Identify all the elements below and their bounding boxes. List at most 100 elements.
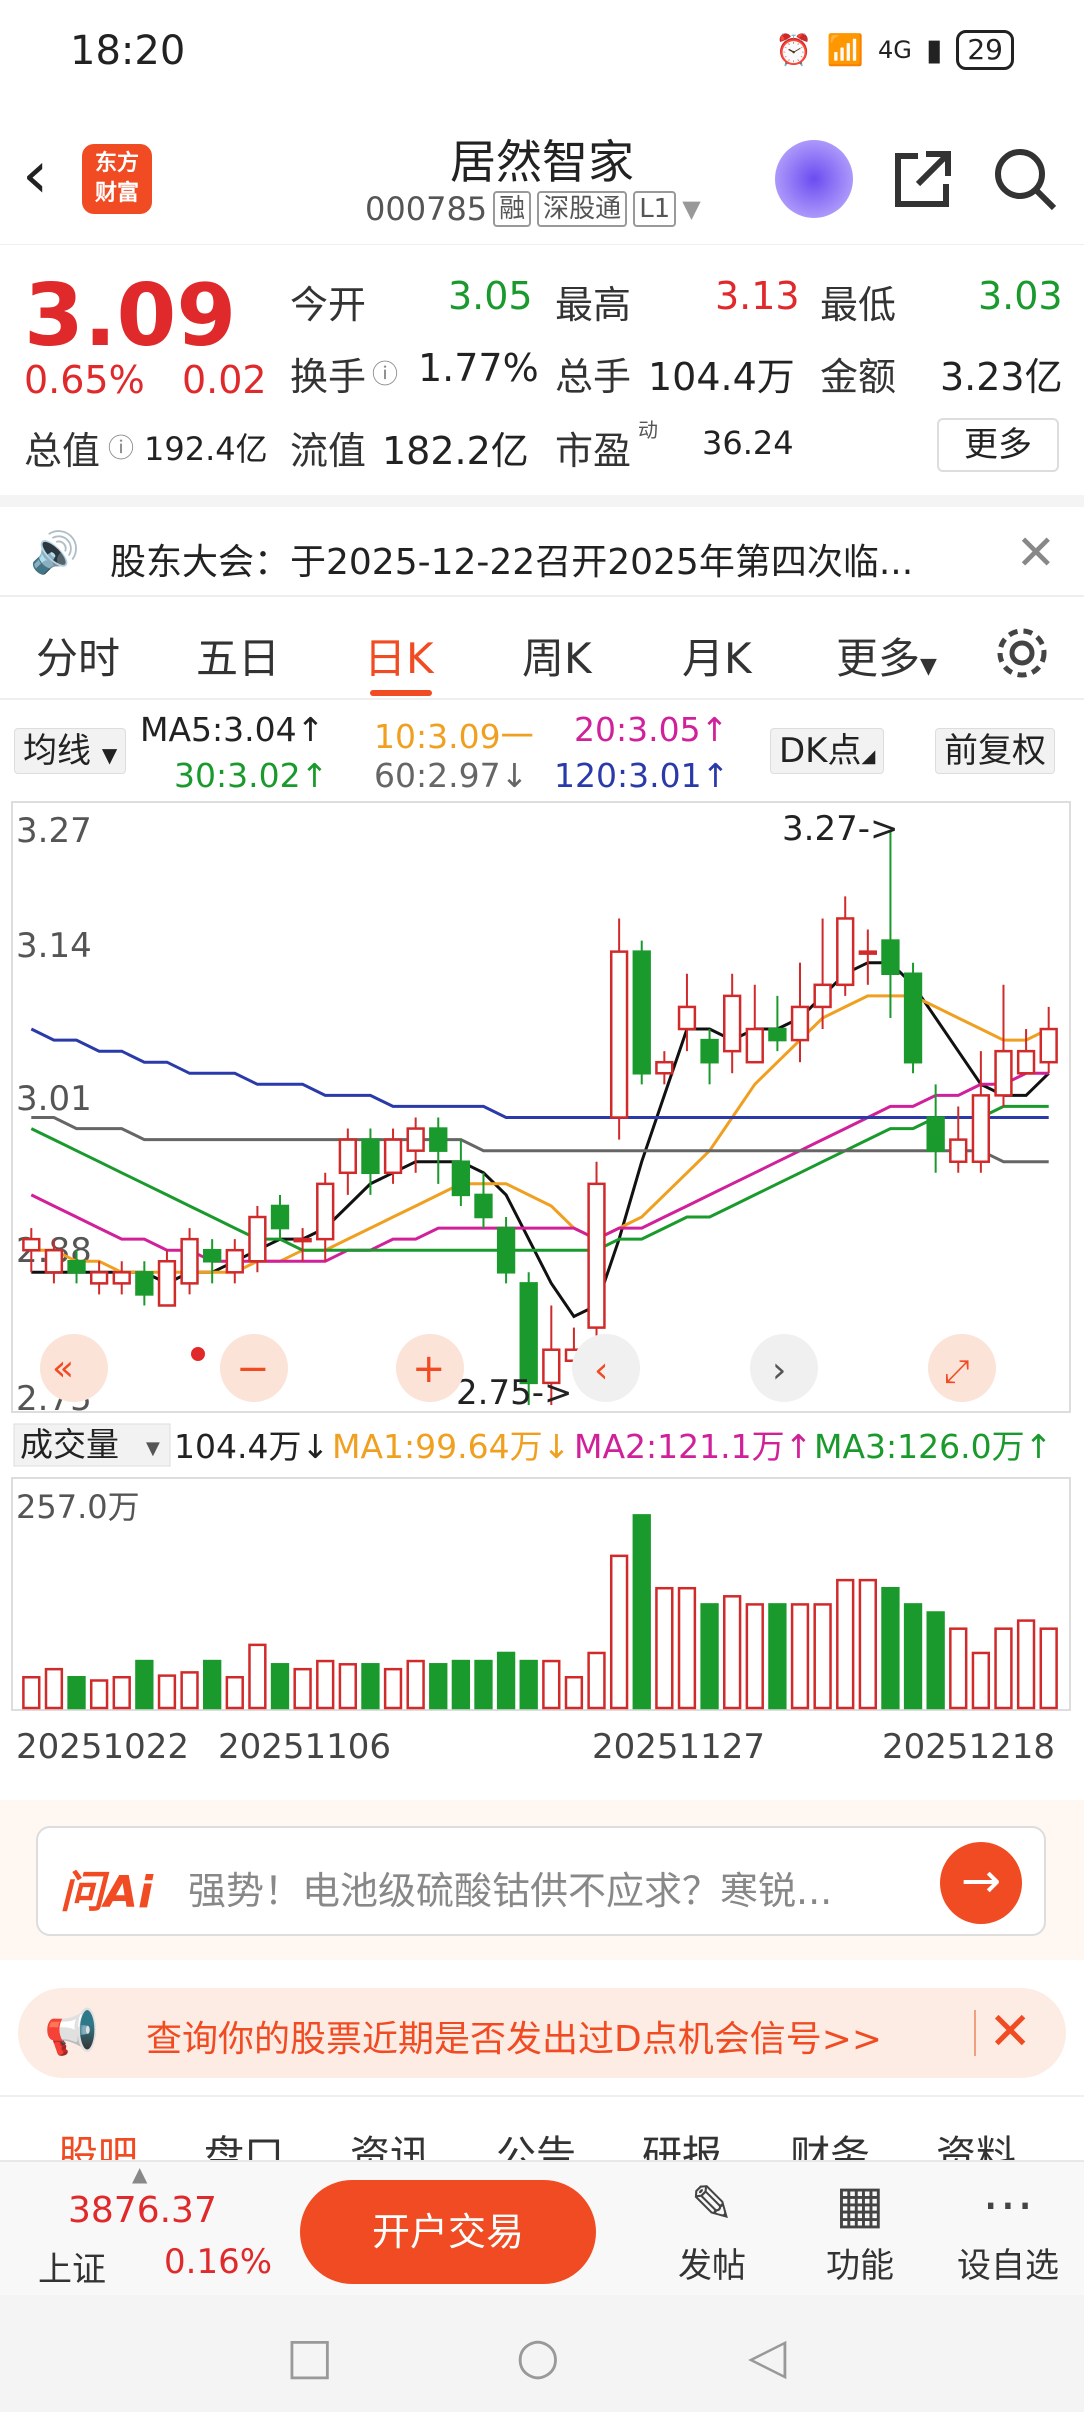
- post-button[interactable]: ✎ 发帖: [652, 2172, 772, 2287]
- recents-icon[interactable]: □: [286, 2327, 333, 2385]
- candle: [248, 1205, 267, 1273]
- volume-legend: 成交量 ▼ 104.4万↓ MA1:99.64万↓ MA2:121.1万↑ MA…: [13, 1423, 1052, 1467]
- home-icon[interactable]: ○: [516, 2327, 560, 2385]
- tab-profile[interactable]: 资料: [936, 2123, 1016, 2165]
- share-icon[interactable]: [888, 144, 958, 218]
- volume-value: 104.4万: [648, 355, 795, 399]
- volume-bars: [22, 1514, 1058, 1710]
- adjust-button[interactable]: 前复权: [935, 728, 1055, 774]
- volume-bar: [587, 1651, 606, 1710]
- arrow-right-icon[interactable]: →: [940, 1842, 1022, 1924]
- system-nav-bar: □ ○ ◁: [0, 2295, 1084, 2412]
- chevron-down-icon: ◢: [861, 746, 876, 767]
- open-label: 今开: [290, 283, 367, 327]
- volume-bar: [677, 1586, 697, 1710]
- more-button[interactable]: 更多: [937, 418, 1059, 472]
- volume-bar: [429, 1663, 448, 1710]
- search-icon[interactable]: [990, 144, 1060, 218]
- high-marker: 3.27->: [782, 809, 898, 849]
- indicator-dot: [191, 1347, 205, 1361]
- volume-bar: [790, 1603, 810, 1710]
- volume-bar: [316, 1659, 335, 1710]
- volume-bar: [632, 1514, 651, 1710]
- amount-label: 金额: [820, 355, 897, 399]
- tab-intraday[interactable]: 分时: [36, 625, 120, 686]
- volume-bar: [994, 1627, 1013, 1710]
- candle: [180, 1228, 199, 1295]
- tab-daily-k[interactable]: 日K: [364, 625, 434, 686]
- x-tick: 20251022: [16, 1727, 189, 1767]
- volume-bar: [157, 1674, 177, 1710]
- info-icon[interactable]: ⓘ: [108, 428, 134, 465]
- volume-bar: [1039, 1627, 1058, 1710]
- add-watchlist-button[interactable]: ⋯ 设自选: [948, 2172, 1068, 2287]
- vol-ma2: MA2:121.1万↑: [574, 1427, 812, 1466]
- volume-bar: [858, 1578, 877, 1710]
- index-name: 上证: [38, 2250, 106, 2290]
- tab-announce[interactable]: 公告: [496, 2123, 576, 2165]
- float-value: 182.2亿: [382, 429, 529, 473]
- volume-dropdown-label: 成交量: [20, 1425, 119, 1464]
- candle: [496, 1217, 516, 1284]
- chevron-down-icon: ▼: [920, 654, 937, 679]
- back-nav-icon[interactable]: ◁: [748, 2327, 786, 2385]
- tab-pankou[interactable]: 盘口: [204, 2123, 284, 2165]
- tab-news[interactable]: 资讯: [350, 2123, 430, 2165]
- high-value: 3.13: [715, 274, 800, 318]
- notice-text[interactable]: 股东大会：于2025-12-22召开2025年第四次临...: [110, 533, 913, 585]
- dk-point-label: DK点: [779, 731, 862, 771]
- promo-text[interactable]: 查询你的股票近期是否发出过D点机会信号>>: [146, 2010, 882, 2062]
- robot-icon[interactable]: [775, 140, 853, 218]
- divider: [974, 2010, 976, 2056]
- tab-research[interactable]: 研报: [642, 2123, 722, 2165]
- volume-bar: [700, 1603, 719, 1710]
- post-label: 发帖: [678, 2246, 746, 2286]
- info-icon[interactable]: ⓘ: [372, 354, 398, 391]
- notice-bar[interactable]: 🔊 股东大会：于2025-12-22召开2025年第四次临... ✕: [0, 495, 1084, 597]
- turnover-value: 1.77%: [418, 346, 539, 390]
- x-tick: 20251218: [882, 1727, 1055, 1767]
- indicator-dropdown[interactable]: 均线 ▼: [14, 728, 127, 774]
- stock-code: 000785: [365, 190, 488, 228]
- tab-weekly-k[interactable]: 周K: [522, 625, 592, 686]
- volume-bar: [338, 1663, 357, 1710]
- ma30-label: 30:3.02↑: [174, 756, 329, 795]
- trade-button[interactable]: 开户交易: [300, 2180, 596, 2284]
- tab-more[interactable]: 更多▼: [836, 625, 937, 686]
- chevron-down-icon: ▼: [146, 1438, 160, 1459]
- pe-value: 36.24: [702, 424, 794, 462]
- ma-legend: 均线 ▼ MA5:3.04↑ 10:3.09一 20:3.05↑ 30:3.02…: [0, 710, 1084, 800]
- ai-section: 问Ai 强势！电池级硫酸钴供不应求？寒锐... →: [0, 1800, 1084, 1960]
- indicator-dropdown-label: 均线: [23, 731, 91, 771]
- low-marker: 2.75->: [456, 1373, 572, 1413]
- low-value: 3.03: [978, 274, 1063, 318]
- index-value[interactable]: 3876.37: [68, 2190, 217, 2231]
- megaphone-icon: 📢: [44, 2007, 99, 2058]
- chevron-down-icon[interactable]: ▼: [682, 195, 700, 223]
- y-tick: 3.14: [16, 926, 92, 966]
- close-icon[interactable]: ✕: [1016, 525, 1056, 581]
- battery-icon: 29: [956, 30, 1014, 70]
- x-axis: 20251022 20251106 20251127 20251218: [16, 1727, 1055, 1767]
- ai-logo: 问Ai: [60, 1867, 154, 1918]
- ai-search-box[interactable]: 问Ai 强势！电池级硫酸钴供不应求？寒锐... →: [36, 1826, 1046, 1936]
- function-button[interactable]: ▦ 功能: [800, 2172, 920, 2287]
- high-label: 最高: [555, 283, 632, 327]
- status-bar: 18:20 ⏰ 📶 4G ▮ 29: [0, 0, 1084, 110]
- promo-banner[interactable]: 📢 查询你的股票近期是否发出过D点机会信号>> ✕: [18, 1988, 1066, 2078]
- stock-code-row: 000785 融 深股通 L1 ▼: [365, 190, 701, 228]
- tab-monthly-k[interactable]: 月K: [682, 625, 752, 686]
- kline-chart[interactable]: 3.27 3.14 3.01 2.88 2.75 3.27-> 2.75-> «…: [0, 800, 1084, 1780]
- dk-point-button[interactable]: DK点◢: [770, 728, 885, 774]
- close-icon[interactable]: ✕: [988, 2002, 1032, 2062]
- tab-guba[interactable]: 股吧: [58, 2123, 138, 2165]
- volume-value: 104.4万↓: [174, 1427, 329, 1466]
- ai-prompt[interactable]: 强势！电池级硫酸钴供不应求？寒锐...: [188, 1860, 832, 1915]
- tab-five-day[interactable]: 五日: [196, 625, 280, 686]
- status-icons: ⏰ 📶 4G ▮ 29: [775, 30, 1014, 70]
- low-label: 最低: [820, 283, 897, 327]
- gear-icon[interactable]: [992, 623, 1052, 687]
- volume-bar: [293, 1667, 312, 1710]
- volume-bar: [949, 1627, 968, 1710]
- tab-finance[interactable]: 财务: [790, 2123, 870, 2165]
